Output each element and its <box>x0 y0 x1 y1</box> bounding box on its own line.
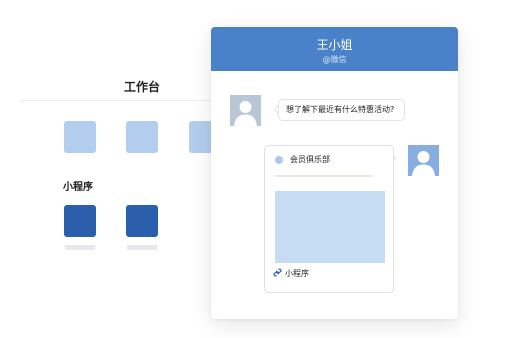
mini-programs-title: 小程序 <box>63 182 93 193</box>
mini-program-tile[interactable] <box>126 205 158 237</box>
person-icon <box>412 151 435 176</box>
person-icon <box>234 101 257 126</box>
card-avatar-dot <box>275 156 283 164</box>
contact-avatar[interactable] <box>230 95 261 126</box>
agent-avatar[interactable] <box>408 145 439 176</box>
incoming-message-text: 想了解下最近有什么特惠活动? <box>286 105 395 114</box>
mini-program-link-icon <box>273 268 282 277</box>
card-footer-label: 小程序 <box>285 269 309 278</box>
workspace-panel: 工作台 小程序 <box>0 0 240 338</box>
chat-window: 王小姐 @微信 想了解下最近有什么特惠活动? 会员俱乐部 小程序 <box>211 27 458 319</box>
card-divider <box>275 175 373 177</box>
card-title: 会员俱乐部 <box>290 155 330 164</box>
mini-program-label-placeholder <box>65 245 95 250</box>
workspace-title: 工作台 <box>124 80 161 94</box>
app-tile[interactable] <box>64 121 96 153</box>
contact-channel: @微信 <box>322 55 347 64</box>
contact-name: 王小姐 <box>316 38 353 52</box>
mini-program-card[interactable]: 会员俱乐部 小程序 <box>264 145 394 293</box>
mini-program-tile[interactable] <box>64 205 96 237</box>
app-tile[interactable] <box>126 121 158 153</box>
card-image-placeholder <box>275 191 385 263</box>
mini-program-label-placeholder <box>127 245 157 250</box>
workspace-divider <box>20 100 220 101</box>
incoming-message-bubble[interactable]: 想了解下最近有什么特惠活动? <box>278 99 405 121</box>
chat-header: 王小姐 @微信 <box>211 27 458 71</box>
